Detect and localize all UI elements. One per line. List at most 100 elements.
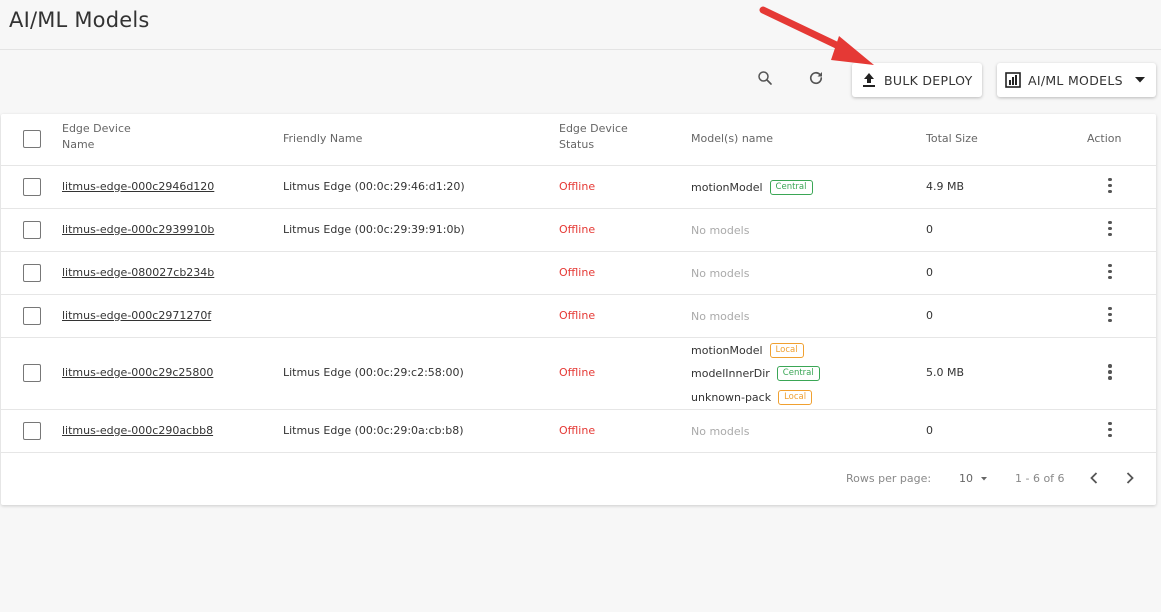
more-actions-button[interactable]	[1100, 362, 1120, 382]
dot	[1108, 232, 1112, 237]
select-all-checkbox[interactable]	[23, 130, 41, 148]
model-name: motionModel	[691, 343, 763, 357]
dot	[1108, 263, 1112, 268]
row-divider	[1, 337, 1156, 338]
row-divider	[1, 294, 1156, 295]
status-cell: Offline	[559, 366, 596, 379]
status-cell: Offline	[559, 179, 596, 193]
device-name-cell: litmus-edge-000c2971270f	[62, 309, 211, 322]
device-name-cell: litmus-edge-000c290acbb8	[62, 424, 213, 437]
chevron-right-icon	[1126, 472, 1134, 484]
device-link[interactable]: litmus-edge-000c29c25800	[62, 366, 213, 379]
dot	[1108, 269, 1112, 274]
total-size-cell: 4.9 MB	[926, 179, 965, 193]
previous-page-button[interactable]	[1084, 468, 1104, 488]
dot	[1108, 364, 1112, 368]
more-actions-button[interactable]	[1100, 176, 1120, 196]
row-checkbox[interactable]	[23, 263, 41, 282]
friendly-name-cell: Litmus Edge (00:0c:29:c2:58:00)	[283, 366, 464, 379]
model-source-badge: Central	[776, 366, 820, 381]
device-name-cell: litmus-edge-000c2946d120	[62, 180, 214, 193]
dot	[1108, 220, 1112, 225]
column-header-edge-device-name[interactable]: Edge Device Name	[62, 121, 131, 153]
caret-down-icon	[1134, 77, 1145, 83]
dot	[1108, 433, 1112, 438]
dot	[1108, 275, 1112, 280]
row-divider	[1, 409, 1156, 410]
more-actions-button[interactable]	[1100, 219, 1120, 239]
row-divider	[1, 452, 1156, 453]
row-checkbox[interactable]	[23, 364, 41, 382]
model-item: motionModel Local	[691, 342, 804, 358]
status-cell: Offline	[559, 423, 596, 437]
no-models-text: No models	[691, 309, 750, 323]
row-checkbox[interactable]	[23, 306, 41, 325]
next-page-button[interactable]	[1120, 468, 1140, 488]
more-actions-button[interactable]	[1100, 305, 1120, 325]
rows-per-page-label: Rows per page:	[846, 472, 932, 485]
column-header-status[interactable]: Edge Device Status	[559, 121, 628, 153]
rows-per-page-select[interactable]: 10	[959, 472, 987, 485]
model-item: motionModel Central	[691, 179, 813, 195]
dot	[1108, 370, 1112, 374]
chevron-left-icon	[1090, 472, 1098, 484]
dot	[1108, 189, 1112, 194]
view-select-button[interactable]: AI/ML MODELS	[997, 63, 1156, 97]
no-models-text: No models	[691, 266, 750, 280]
friendly-name-cell: Litmus Edge (00:0c:29:46:d1:20)	[283, 179, 465, 193]
dot	[1108, 177, 1112, 182]
device-link[interactable]: litmus-edge-080027cb234b	[62, 266, 214, 279]
column-header-friendly-name[interactable]: Friendly Name	[283, 131, 362, 147]
annotation-arrow	[759, 6, 874, 65]
row-divider	[1, 251, 1156, 252]
toolbar: BULK DEPLOY AI/ML MODELS	[0, 50, 1161, 114]
pagination-range: 1 - 6 of 6	[1015, 472, 1065, 485]
friendly-name-cell: Litmus Edge (00:0c:29:39:91:0b)	[283, 222, 465, 236]
model-name: modelInnerDir	[691, 367, 770, 380]
bulk-deploy-label: BULK DEPLOY	[884, 72, 973, 88]
model-source-badge: Central	[769, 179, 813, 195]
total-size-cell: 0	[926, 222, 933, 236]
total-size-cell: 0	[926, 265, 933, 279]
row-checkbox[interactable]	[23, 421, 41, 440]
dot	[1108, 376, 1112, 380]
model-source-badge: Local	[769, 342, 804, 358]
device-link[interactable]: litmus-edge-000c2971270f	[62, 309, 211, 322]
device-link[interactable]: litmus-edge-000c2946d120	[62, 180, 214, 193]
dot	[1108, 318, 1112, 323]
upload-icon	[863, 73, 875, 87]
divider	[1, 165, 1156, 166]
header-text: Edge Device	[559, 122, 628, 135]
column-header-models[interactable]: Model(s) name	[691, 131, 773, 147]
friendly-name-cell: Litmus Edge (00:0c:29:0a:cb:b8)	[283, 423, 464, 437]
more-actions-button[interactable]	[1100, 420, 1120, 440]
header-text: Name	[62, 138, 95, 151]
total-size-cell: 5.0 MB	[926, 366, 965, 379]
no-models-text: No models	[691, 424, 750, 438]
device-link[interactable]: litmus-edge-000c2939910b	[62, 223, 214, 236]
more-actions-button[interactable]	[1100, 262, 1120, 282]
rows-per-page-value: 10	[959, 472, 973, 485]
chart-icon	[1005, 72, 1021, 88]
row-divider	[1, 208, 1156, 209]
header-text: Edge Device	[62, 122, 131, 135]
device-name-cell: litmus-edge-000c2939910b	[62, 223, 214, 236]
model-name: motionModel	[691, 180, 763, 194]
devices-table: Edge Device Name Friendly Name Edge Devi…	[1, 114, 1156, 505]
status-cell: Offline	[559, 265, 596, 279]
dot	[1108, 226, 1112, 231]
status-cell: Offline	[559, 222, 596, 236]
model-item: unknown-pack Local	[691, 389, 813, 405]
page-header: AI/ML Models	[0, 0, 1161, 50]
status-cell: Offline	[559, 308, 596, 322]
dot	[1108, 312, 1112, 317]
row-checkbox[interactable]	[23, 177, 41, 196]
view-select-label: AI/ML MODELS	[1028, 72, 1123, 88]
dot	[1108, 306, 1112, 311]
column-header-total-size[interactable]: Total Size	[926, 131, 978, 147]
dot	[1108, 183, 1112, 188]
row-checkbox[interactable]	[23, 220, 41, 239]
total-size-cell: 0	[926, 423, 933, 437]
page-title: AI/ML Models	[9, 8, 150, 32]
device-link[interactable]: litmus-edge-000c290acbb8	[62, 424, 213, 437]
